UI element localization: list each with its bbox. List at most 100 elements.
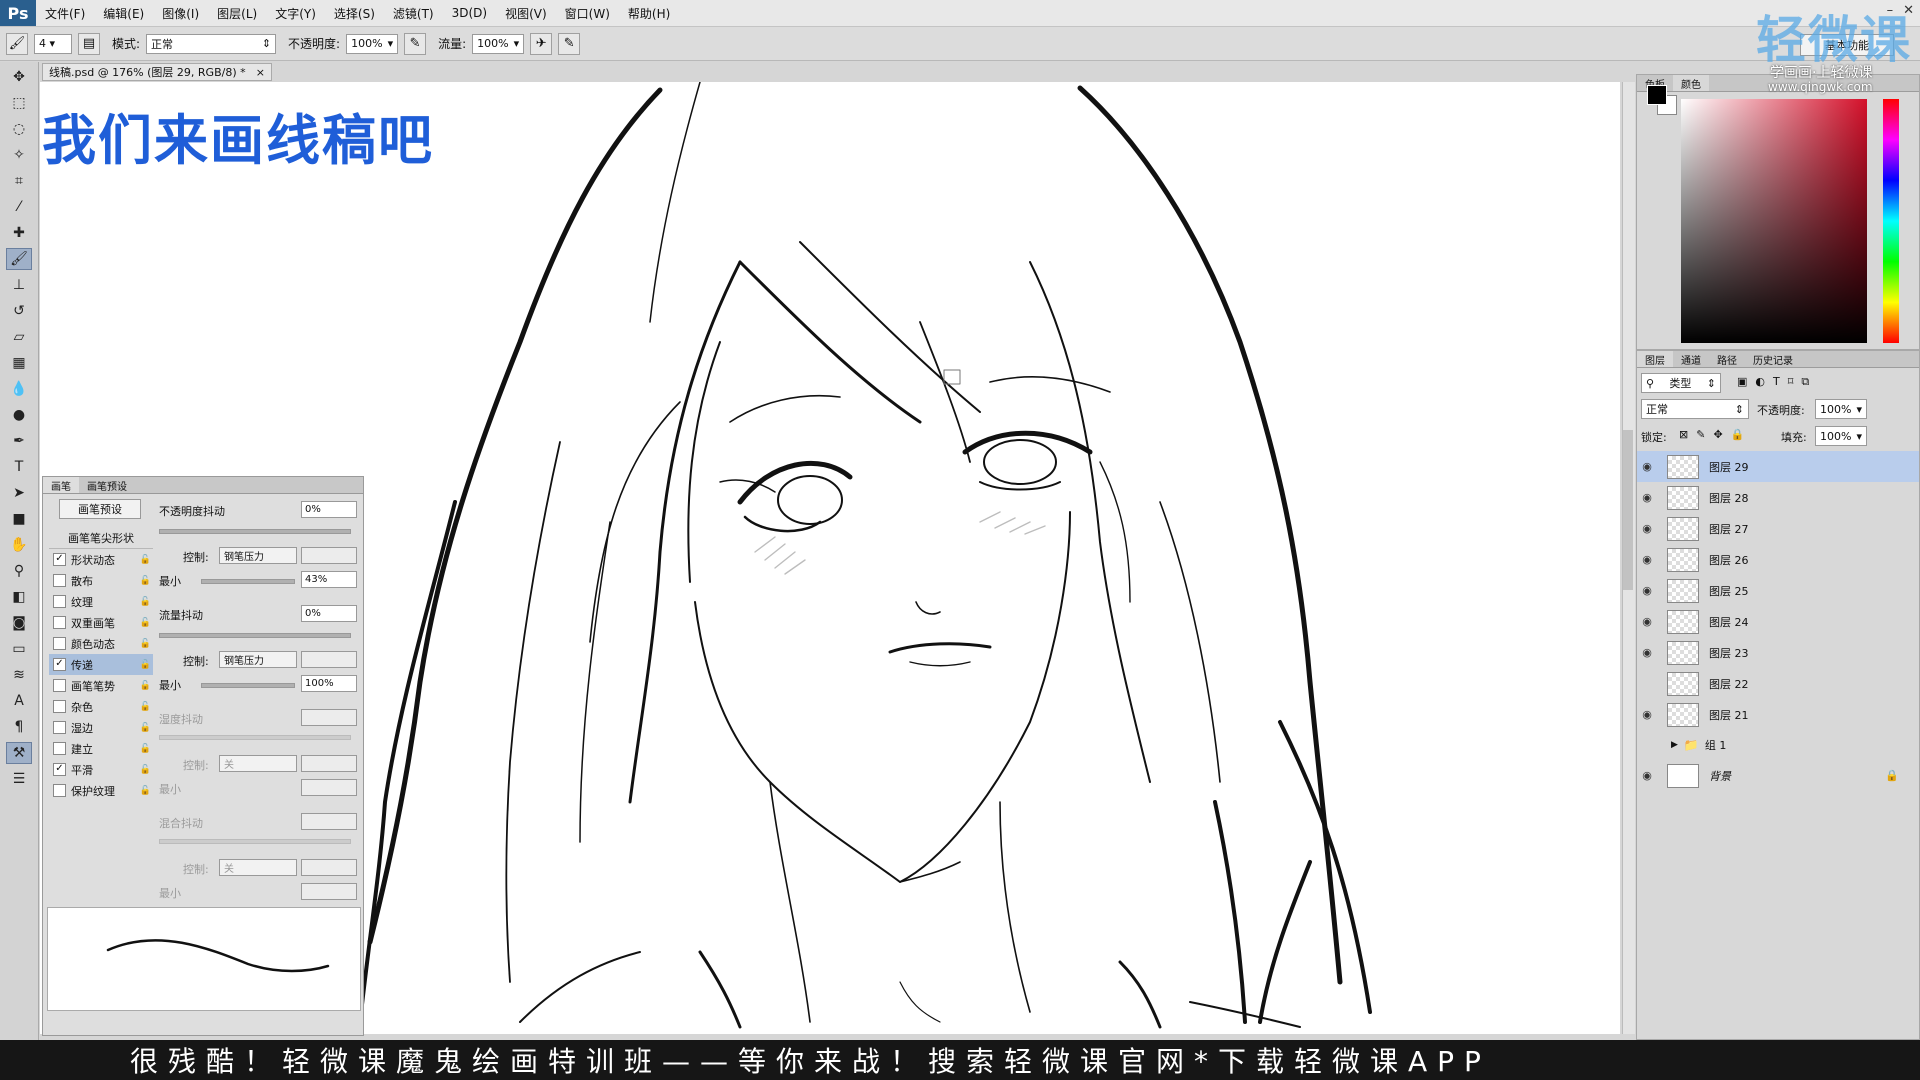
- menu-type[interactable]: 文字(Y): [266, 5, 325, 22]
- brush-option-checkbox[interactable]: [53, 742, 66, 755]
- menu-layer[interactable]: 图层(L): [208, 5, 266, 22]
- adjustment-filter-icon[interactable]: ◐: [1755, 375, 1765, 389]
- layer-row[interactable]: ◉ 图层 22: [1637, 668, 1919, 699]
- brush-option-row[interactable]: 画笔笔势 🔓: [49, 675, 153, 696]
- eyedropper-tool[interactable]: ⁄: [6, 196, 32, 218]
- toggle-brush-panel-button[interactable]: ▤: [78, 32, 100, 55]
- menu-3d[interactable]: 3D(D): [443, 6, 496, 20]
- layer-background-row[interactable]: ◉ 背景 🔒: [1637, 760, 1919, 791]
- eraser-tool[interactable]: ▱: [6, 326, 32, 348]
- quick-mask-button[interactable]: ◙: [6, 612, 32, 634]
- brush-presets-button[interactable]: 画笔预设: [59, 499, 141, 519]
- brush-option-row[interactable]: 双重画笔 🔓: [49, 612, 153, 633]
- visibility-eye-icon[interactable]: ◉: [1637, 646, 1657, 659]
- brush-option-row[interactable]: 建立 🔓: [49, 738, 153, 759]
- brush-option-row[interactable]: 散布 🔓: [49, 570, 153, 591]
- brush-option-row[interactable]: 保护纹理 🔓: [49, 780, 153, 801]
- color-swatches[interactable]: ◧: [6, 586, 32, 608]
- brush-option-checkbox[interactable]: [53, 595, 66, 608]
- brush-option-checkbox[interactable]: [53, 679, 66, 692]
- brush-tip-shape-header[interactable]: 画笔笔尖形状: [49, 527, 153, 549]
- visibility-eye-icon[interactable]: ◉: [1637, 460, 1657, 473]
- menu-window[interactable]: 窗口(W): [556, 5, 619, 22]
- brush-option-row[interactable]: 湿边 🔓: [49, 717, 153, 738]
- visibility-eye-icon[interactable]: ◉: [1637, 491, 1657, 504]
- scrollbar-thumb[interactable]: [1623, 430, 1633, 590]
- brush-option-row[interactable]: ✓ 平滑 🔓: [49, 759, 153, 780]
- visibility-eye-icon[interactable]: ◉: [1637, 553, 1657, 566]
- flow-min-field[interactable]: 100%: [301, 675, 357, 692]
- brush-option-checkbox[interactable]: [53, 700, 66, 713]
- lock-icon[interactable]: 🔓: [140, 786, 151, 796]
- layer-opacity-field[interactable]: 100% ▾: [1815, 399, 1867, 419]
- brush-option-checkbox[interactable]: [53, 784, 66, 797]
- blur-tool[interactable]: 💧: [6, 378, 32, 400]
- layer-row[interactable]: ◉ 图层 25: [1637, 575, 1919, 606]
- brush-option-row[interactable]: 纹理 🔓: [49, 591, 153, 612]
- tab-brush[interactable]: 画笔: [43, 477, 79, 493]
- tool-presets-button[interactable]: ⚒: [6, 742, 32, 764]
- menu-file[interactable]: 文件(F): [36, 5, 94, 22]
- flow-field[interactable]: 100% ▾: [472, 33, 525, 54]
- healing-tool[interactable]: ✚: [6, 222, 32, 244]
- move-tool[interactable]: ✥: [6, 66, 32, 88]
- lock-icon[interactable]: 🔓: [140, 597, 151, 607]
- character-panel-button[interactable]: A: [6, 690, 32, 712]
- lock-icon[interactable]: 🔓: [140, 576, 151, 586]
- visibility-eye-icon[interactable]: ◉: [1637, 522, 1657, 535]
- document-tab[interactable]: 线稿.psd @ 176% (图层 29, RGB/8) * ×: [42, 63, 272, 81]
- layer-row[interactable]: ◉ 图层 27: [1637, 513, 1919, 544]
- brush-option-checkbox[interactable]: [53, 637, 66, 650]
- visibility-eye-icon[interactable]: ◉: [1637, 584, 1657, 597]
- tab-history[interactable]: 历史记录: [1745, 352, 1801, 367]
- path-select-tool[interactable]: ➤: [6, 482, 32, 504]
- lock-position-icon[interactable]: ✥: [1713, 428, 1722, 441]
- smart-object-filter-icon[interactable]: ⧉: [1801, 375, 1809, 389]
- brush-option-checkbox[interactable]: ✓: [53, 763, 66, 776]
- shape-tool[interactable]: ■: [6, 508, 32, 530]
- visibility-eye-icon[interactable]: ◉: [1637, 708, 1657, 721]
- airbrush-button[interactable]: ✈: [530, 32, 553, 55]
- history-brush-tool[interactable]: ↺: [6, 300, 32, 322]
- blend-mode-select[interactable]: 正常 ⇕: [1641, 399, 1749, 419]
- menu-edit[interactable]: 编辑(E): [94, 5, 153, 22]
- brush-option-checkbox[interactable]: [53, 721, 66, 734]
- lock-icon[interactable]: 🔓: [140, 618, 151, 628]
- zoom-tool[interactable]: ⚲: [6, 560, 32, 582]
- lock-icon[interactable]: 🔓: [140, 744, 151, 754]
- layer-row[interactable]: ◉ 图层 28: [1637, 482, 1919, 513]
- opacity-jitter-slider[interactable]: [159, 529, 351, 534]
- type-filter-icon[interactable]: T: [1773, 375, 1780, 389]
- lock-icon[interactable]: 🔓: [140, 681, 151, 691]
- menu-filter[interactable]: 滤镜(T): [384, 5, 443, 22]
- color-picker-field[interactable]: [1681, 99, 1867, 343]
- lock-icon[interactable]: 🔓: [140, 555, 151, 565]
- adjust-panel-button[interactable]: ☰: [6, 768, 32, 790]
- lock-icon[interactable]: 🔓: [140, 702, 151, 712]
- pen-tool[interactable]: ✒: [6, 430, 32, 452]
- type-tool[interactable]: T: [6, 456, 32, 478]
- visibility-eye-icon[interactable]: ◉: [1637, 615, 1657, 628]
- lock-transparency-icon[interactable]: ⊠: [1679, 428, 1688, 441]
- layer-row[interactable]: ◉ 图层 23: [1637, 637, 1919, 668]
- menu-view[interactable]: 视图(V): [496, 5, 556, 22]
- pressure-size-button[interactable]: ✎: [558, 32, 581, 55]
- lock-icon[interactable]: 🔓: [140, 765, 151, 775]
- flow-min-slider[interactable]: [201, 683, 295, 688]
- brush-option-checkbox[interactable]: [53, 616, 66, 629]
- close-tab-icon[interactable]: ×: [256, 66, 265, 79]
- visibility-eye-icon[interactable]: ◉: [1637, 739, 1657, 752]
- menu-help[interactable]: 帮助(H): [619, 5, 679, 22]
- image-filter-icon[interactable]: ▣: [1737, 375, 1747, 389]
- hue-slider[interactable]: [1883, 99, 1899, 343]
- brush-settings-button[interactable]: ≋: [6, 664, 32, 686]
- expand-arrow-icon[interactable]: ▶: [1671, 740, 1678, 750]
- pressure-opacity-button[interactable]: ✎: [404, 32, 427, 55]
- brush-size-field[interactable]: 4 ▾: [34, 33, 72, 54]
- brush-tool[interactable]: 🖌: [6, 248, 32, 270]
- visibility-eye-icon[interactable]: ◉: [1637, 677, 1657, 690]
- opacity-min-field[interactable]: 43%: [301, 571, 357, 588]
- marquee-tool[interactable]: ⬚: [6, 92, 32, 114]
- tab-paths[interactable]: 路径: [1709, 352, 1745, 367]
- brush-option-checkbox[interactable]: ✓: [53, 658, 66, 671]
